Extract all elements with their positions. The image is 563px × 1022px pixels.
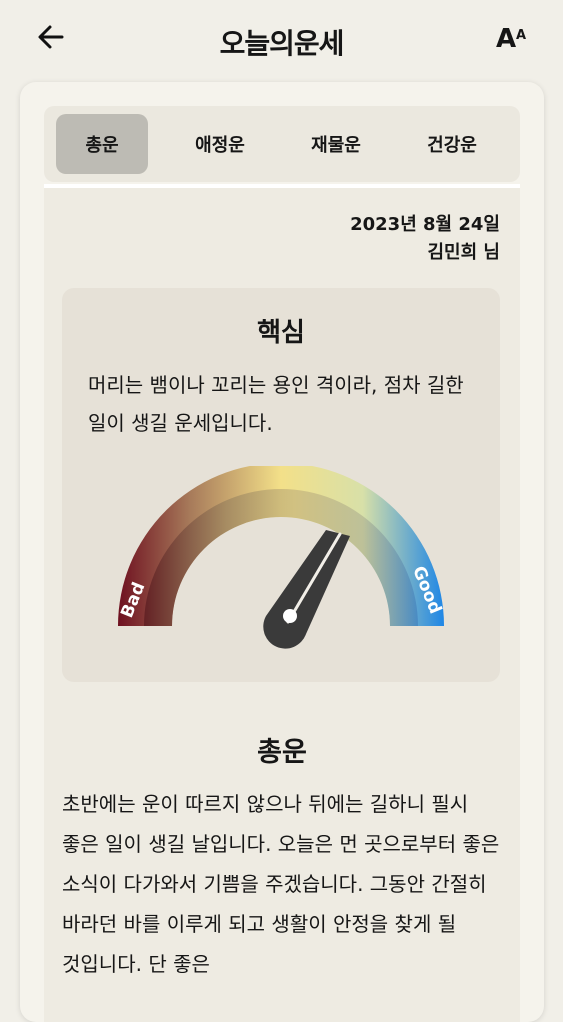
- fortune-tabs: 총운 애정운 재물운 건강운: [44, 106, 520, 182]
- core-title: 핵심: [257, 318, 305, 348]
- tab-overall[interactable]: 총운: [56, 114, 148, 174]
- core-summary-box: 핵심 머리는 뱀이나 꼬리는 용인 격이라, 점차 길한 일이 생길 운세입니다…: [62, 288, 500, 682]
- tab-love[interactable]: 애정운: [174, 114, 266, 174]
- tab-health[interactable]: 건강운: [406, 114, 498, 174]
- user-name: 김민희 님: [427, 242, 500, 263]
- fortune-date: 2023년 8월 24일: [350, 214, 500, 235]
- gauge-needle: [263, 530, 350, 649]
- tab-wealth[interactable]: 재물운: [290, 114, 382, 174]
- font-size-small-letter: A: [516, 28, 527, 43]
- fortune-gauge: Bad Good: [117, 466, 445, 649]
- fortune-card: 총운 애정운 재물운 건강운 2023년 8월 24일 김민희 님 핵심 머리는…: [20, 82, 544, 1022]
- page-title: 오늘의운세: [219, 27, 345, 60]
- app-header: 오늘의운세 A A: [0, 0, 563, 82]
- font-size-big-letter: A: [496, 24, 517, 54]
- font-size-button[interactable]: A A: [494, 22, 534, 56]
- section-title: 총운: [257, 737, 307, 768]
- fortune-body-text: 초반에는 운이 따르지 않으나 뒤에는 길하니 필시 좋은 일이 생길 날입니다…: [62, 792, 500, 976]
- core-text: 머리는 뱀이나 꼬리는 용인 격이라, 점차 길한 일이 생길 운세입니다.: [88, 373, 464, 435]
